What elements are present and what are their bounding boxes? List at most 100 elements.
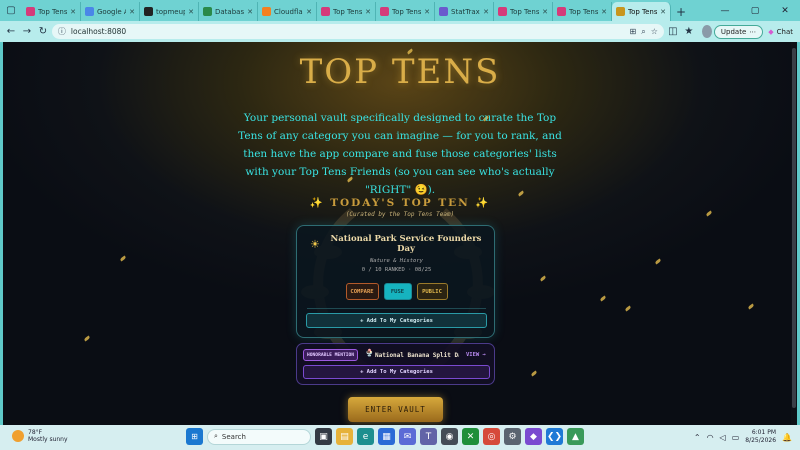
add-to-categories-button[interactable]: + Add To My Categories xyxy=(306,313,487,328)
favorite-star-icon[interactable]: ☆ xyxy=(651,27,658,36)
clock[interactable]: 6:01 PM 8/25/2026 xyxy=(745,429,776,445)
leaf-icon xyxy=(83,335,91,342)
weather-temp: 78°F xyxy=(28,429,43,436)
tab-close-icon[interactable]: ✕ xyxy=(247,8,253,16)
address-bar[interactable]: ⓘ localhost:8080 ⊞ ⌕ ☆ xyxy=(51,24,664,39)
tab-actions-icon[interactable]: ▢ xyxy=(0,0,22,21)
copilot-chat-button[interactable]: ◆ Chat xyxy=(765,28,796,36)
enter-vault-button[interactable]: ENTER VAULT xyxy=(348,397,443,422)
public-button[interactable]: PUBLIC xyxy=(416,283,448,300)
compare-button[interactable]: COMPARE xyxy=(345,283,379,300)
site-info-icon[interactable]: ⓘ xyxy=(58,26,66,37)
tab-close-icon[interactable]: ✕ xyxy=(483,8,489,16)
edge-browser-icon[interactable]: e xyxy=(357,428,374,445)
update-label: Update xyxy=(720,27,747,36)
mail-icon[interactable]: ✉ xyxy=(399,428,416,445)
scrollbar-thumb[interactable] xyxy=(792,48,796,408)
battery-icon[interactable]: ▭ xyxy=(732,433,740,442)
leaf-icon xyxy=(654,258,662,265)
page-viewport: TOP TENS Your personal vault specificall… xyxy=(3,42,797,425)
more-icon: ⋯ xyxy=(749,27,757,36)
tray-chevron-icon[interactable]: ⌃ xyxy=(694,433,701,442)
tab-label: Top Tens xyxy=(569,7,599,16)
browser-tab[interactable]: Database✕ xyxy=(199,2,258,21)
reload-icon[interactable]: ↻ xyxy=(36,24,50,40)
browser-tab[interactable]: Top Tens ✕ xyxy=(317,2,376,21)
browser-tab[interactable]: Top Tens F✕ xyxy=(22,2,81,21)
leaf-icon xyxy=(530,370,538,377)
app-available-icon[interactable]: ⊞ xyxy=(630,27,637,36)
camera-icon[interactable]: ◉ xyxy=(441,428,458,445)
tab-close-icon[interactable]: ✕ xyxy=(542,8,548,16)
intro-text: Your personal vault specifically designe… xyxy=(238,112,562,196)
tab-favicon-icon xyxy=(85,7,94,16)
file-explorer-icon[interactable]: ▤ xyxy=(336,428,353,445)
browser-tab[interactable]: Top Tens —✕ xyxy=(612,2,671,21)
tab-close-icon[interactable]: ✕ xyxy=(424,8,430,16)
fuse-button[interactable]: FUSE xyxy=(383,283,412,300)
app-icon[interactable]: ▲ xyxy=(567,428,584,445)
tab-list: Top Tens F✕Google Ai✕topmeup✕Database✕Cl… xyxy=(22,2,671,21)
tab-close-icon[interactable]: ✕ xyxy=(129,8,135,16)
notification-bell-icon[interactable]: 🔔 xyxy=(782,433,792,442)
chat-label: Chat xyxy=(776,27,794,36)
update-button[interactable]: Update ⋯ xyxy=(713,24,764,39)
tab-favicon-icon xyxy=(262,7,271,16)
tab-favicon-icon xyxy=(498,7,507,16)
window-controls: — ▢ ✕ xyxy=(710,0,800,21)
start-windows-icon[interactable]: ⊞ xyxy=(186,428,203,445)
back-icon[interactable]: ← xyxy=(4,24,18,40)
profile-avatar[interactable] xyxy=(701,25,712,38)
tab-favicon-icon xyxy=(26,7,35,16)
leaf-icon xyxy=(624,305,632,312)
windows-taskbar: 78°F Mostly sunny ⊞ ⌕ Search ▣ ▤ e ▦ ✉ T… xyxy=(0,425,800,450)
split-screen-icon[interactable]: ◫ xyxy=(666,24,680,40)
tab-strip: ▢ Top Tens F✕Google Ai✕topmeup✕Database✕… xyxy=(0,0,800,21)
browser-tab[interactable]: CloudflareI✕ xyxy=(258,2,317,21)
browser-tab[interactable]: StatTrax ✕ xyxy=(435,2,494,21)
browser-tab[interactable]: Top Tens ✕ xyxy=(376,2,435,21)
settings-gear-icon[interactable]: ⚙ xyxy=(504,428,521,445)
leaf-icon xyxy=(599,295,607,302)
close-icon[interactable]: ✕ xyxy=(770,0,800,21)
browser-tab[interactable]: Top Tens ✕ xyxy=(494,2,553,21)
chrome-icon[interactable]: ◎ xyxy=(483,428,500,445)
teams-icon[interactable]: T xyxy=(420,428,437,445)
vscode-icon[interactable]: ❮❯ xyxy=(546,428,563,445)
view-link[interactable]: VIEW → xyxy=(466,349,486,361)
minimize-icon[interactable]: — xyxy=(710,0,740,21)
tab-label: Google Ai xyxy=(97,7,126,16)
copilot-icon: ◆ xyxy=(768,27,774,36)
system-tray: ⌃ ◠ ◁ ▭ 6:01 PM 8/25/2026 🔔 xyxy=(694,429,792,445)
visual-studio-icon[interactable]: ◆ xyxy=(525,428,542,445)
wifi-icon[interactable]: ◠ xyxy=(707,433,714,442)
volume-icon[interactable]: ◁ xyxy=(720,433,726,442)
tab-favicon-icon xyxy=(557,7,566,16)
tab-close-icon[interactable]: ✕ xyxy=(70,8,76,16)
curated-note: (Curated by the Top Tens Team) xyxy=(345,211,455,218)
tab-label: Top Tens xyxy=(510,7,540,16)
tab-close-icon[interactable]: ✕ xyxy=(365,8,371,16)
xbox-icon[interactable]: ✕ xyxy=(462,428,479,445)
page-scrollbar[interactable] xyxy=(791,42,797,425)
task-view-icon[interactable]: ▣ xyxy=(315,428,332,445)
taskbar-search[interactable]: ⌕ Search xyxy=(207,428,311,445)
tab-close-icon[interactable]: ✕ xyxy=(188,8,194,16)
tab-close-icon[interactable]: ✕ xyxy=(306,8,312,16)
browser-tab[interactable]: Top Tens ✕ xyxy=(553,2,612,21)
forward-icon[interactable]: → xyxy=(20,24,34,40)
browser-tab[interactable]: topmeup ✕ xyxy=(140,2,199,21)
favorites-icon[interactable]: ★ xyxy=(682,24,696,40)
tab-close-icon[interactable]: ✕ xyxy=(660,8,666,16)
store-icon[interactable]: ▦ xyxy=(378,428,395,445)
weather-widget[interactable]: 78°F Mostly sunny xyxy=(12,429,68,443)
maximize-icon[interactable]: ▢ xyxy=(740,0,770,21)
honorable-add-to-categories-button[interactable]: + Add To My Categories xyxy=(303,365,490,379)
zoom-icon[interactable]: ⌕ xyxy=(641,27,645,37)
new-tab-button[interactable]: + xyxy=(671,2,691,21)
honorable-mention-title: National Banana Split Day xyxy=(375,351,459,359)
featured-actions: COMPARE FUSE PUBLIC xyxy=(297,283,496,300)
tab-close-icon[interactable]: ✕ xyxy=(601,8,607,16)
page-title: TOP TENS xyxy=(299,52,501,92)
browser-tab[interactable]: Google Ai✕ xyxy=(81,2,140,21)
